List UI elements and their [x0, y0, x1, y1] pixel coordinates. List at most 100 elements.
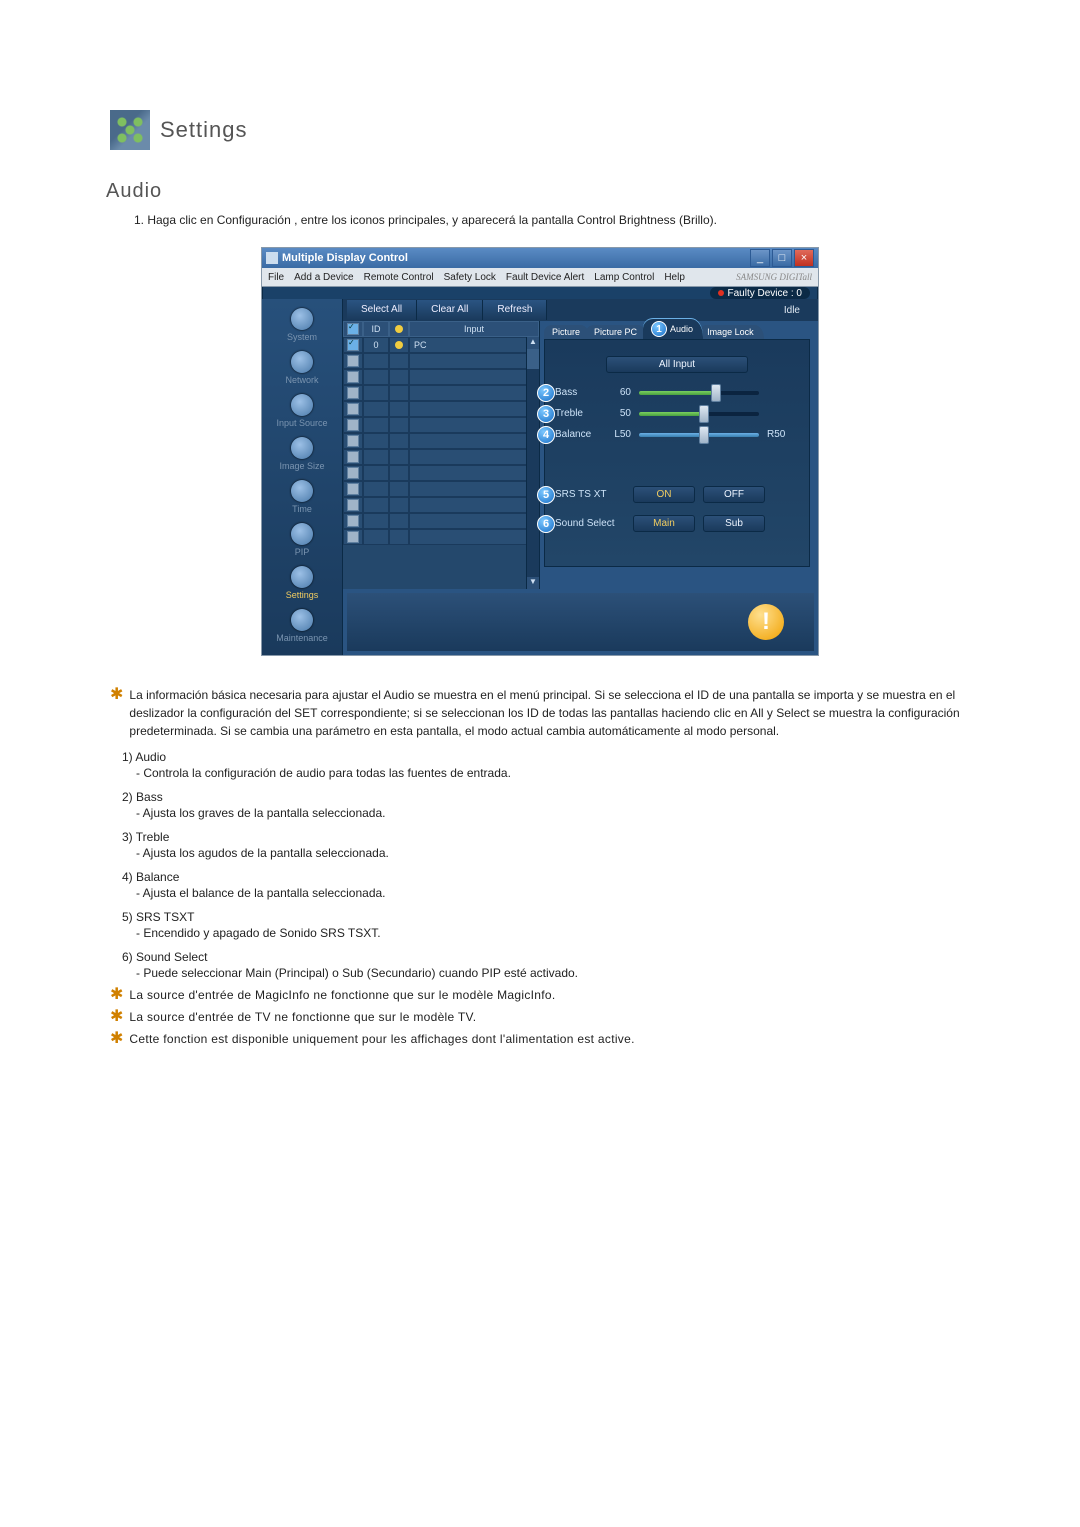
- menu-safety-lock[interactable]: Safety Lock: [444, 272, 496, 283]
- status-dot-icon: [395, 341, 403, 349]
- grid-row[interactable]: [343, 449, 539, 465]
- minimize-button[interactable]: _: [750, 249, 770, 267]
- scroll-up-icon[interactable]: ▲: [527, 337, 539, 349]
- check-icon: [347, 371, 359, 383]
- slider-thumb[interactable]: [699, 405, 709, 423]
- grid-row[interactable]: [343, 513, 539, 529]
- sidebar-item-image-size[interactable]: Image Size: [262, 434, 342, 477]
- grid-header-check[interactable]: [343, 321, 363, 337]
- right-panel: Picture Picture PC 1 Audio Image Lock Al…: [540, 321, 818, 589]
- grid-row[interactable]: [343, 481, 539, 497]
- item-num: 3): [122, 830, 133, 844]
- all-input-row: All Input: [555, 356, 799, 373]
- note-star-2: ✱ La source d'entrée de MagicInfo ne fon…: [110, 986, 1000, 1004]
- app-window: Multiple Display Control _ □ × File Add …: [261, 247, 819, 656]
- grid-row[interactable]: [343, 433, 539, 449]
- scroll-thumb[interactable]: [527, 349, 539, 369]
- grid-cell-input: PC: [409, 337, 539, 353]
- sidebar-label: PIP: [295, 547, 310, 557]
- grid-row[interactable]: [343, 417, 539, 433]
- star-icon: ✱: [110, 686, 123, 740]
- grid-row[interactable]: [343, 385, 539, 401]
- grid-row[interactable]: 0 PC: [343, 337, 539, 353]
- grid-scrollbar[interactable]: ▲ ▼: [526, 337, 539, 589]
- menu-add-device[interactable]: Add a Device: [294, 272, 353, 283]
- menu-remote-control[interactable]: Remote Control: [364, 272, 434, 283]
- grid-row[interactable]: [343, 369, 539, 385]
- slider-thumb[interactable]: [711, 384, 721, 402]
- balance-left-value: L50: [611, 429, 631, 440]
- callout-badge-6: 6: [537, 515, 555, 533]
- bass-slider[interactable]: [639, 388, 759, 398]
- tab-audio[interactable]: 1 Audio: [643, 319, 703, 339]
- grid-row[interactable]: [343, 497, 539, 513]
- audio-panel: All Input 2 Bass 60: [544, 339, 810, 567]
- note-star-4: ✱ Cette fonction est disponible uniqueme…: [110, 1030, 1000, 1048]
- sidebar: System Network Input Source Image Size T…: [262, 299, 343, 655]
- menu-file[interactable]: File: [268, 272, 284, 283]
- all-input-button[interactable]: All Input: [606, 356, 748, 373]
- sound-select-label: Sound Select: [555, 518, 625, 529]
- callout-badge-4: 4: [537, 426, 555, 444]
- sidebar-item-system[interactable]: System: [262, 305, 342, 348]
- sidebar-item-input-source[interactable]: Input Source: [262, 391, 342, 434]
- input-source-icon: [291, 394, 313, 416]
- sound-sub-button[interactable]: Sub: [703, 515, 765, 532]
- scroll-down-icon[interactable]: ▼: [527, 577, 539, 589]
- select-all-button[interactable]: Select All: [347, 300, 417, 320]
- treble-slider[interactable]: [639, 409, 759, 419]
- sidebar-item-time[interactable]: Time: [262, 477, 342, 520]
- tab-audio-label: Audio: [670, 324, 693, 334]
- item-desc: - Ajusta los graves de la pantalla selec…: [136, 806, 1000, 820]
- slider-thumb[interactable]: [699, 426, 709, 444]
- status-dot-icon: [395, 325, 403, 333]
- sound-main-button[interactable]: Main: [633, 515, 695, 532]
- tab-picture[interactable]: Picture: [544, 325, 590, 339]
- sidebar-item-pip[interactable]: PIP: [262, 520, 342, 563]
- tab-image-lock[interactable]: Image Lock: [699, 325, 764, 339]
- close-button[interactable]: ×: [794, 249, 814, 267]
- menu-lamp-control[interactable]: Lamp Control: [594, 272, 654, 283]
- check-icon: [347, 387, 359, 399]
- srs-off-button[interactable]: OFF: [703, 486, 765, 503]
- sidebar-item-maintenance[interactable]: Maintenance: [262, 606, 342, 649]
- check-icon: [347, 323, 359, 335]
- srs-on-button[interactable]: ON: [633, 486, 695, 503]
- balance-right-value: R50: [767, 429, 791, 440]
- balance-slider[interactable]: [639, 430, 759, 440]
- menu-fault-device-alert[interactable]: Fault Device Alert: [506, 272, 584, 283]
- bass-label: Bass: [555, 387, 603, 398]
- check-icon: [347, 531, 359, 543]
- maximize-button[interactable]: □: [772, 249, 792, 267]
- check-icon: [347, 419, 359, 431]
- refresh-button[interactable]: Refresh: [483, 300, 547, 320]
- sidebar-label: Maintenance: [276, 633, 328, 643]
- grid-row[interactable]: [343, 401, 539, 417]
- tab-picture-pc[interactable]: Picture PC: [586, 325, 647, 339]
- grid-row[interactable]: [343, 353, 539, 369]
- app-footer: !: [347, 593, 814, 651]
- item-desc: - Encendido y apagado de Sonido SRS TSXT…: [136, 926, 1000, 940]
- note-text: La source d'entrée de TV ne fonctionne q…: [129, 1008, 476, 1026]
- app-icon: [266, 252, 278, 264]
- note-text: La información básica necesaria para aju…: [129, 686, 1000, 740]
- grid-row[interactable]: [343, 465, 539, 481]
- faulty-device-badge: Faulty Device : 0: [710, 287, 810, 299]
- brand-label: SAMSUNG DIGITall: [736, 272, 812, 282]
- sidebar-item-network[interactable]: Network: [262, 348, 342, 391]
- tab-bar: Picture Picture PC 1 Audio Image Lock: [540, 321, 818, 339]
- section-heading: Settings: [110, 110, 1000, 150]
- grid-header-id: ID: [363, 321, 389, 337]
- grid-cell-check[interactable]: [343, 337, 363, 353]
- numbered-notes: 1) Audio - Controla la configuración de …: [122, 750, 1000, 980]
- menu-help[interactable]: Help: [664, 272, 685, 283]
- check-icon: [347, 515, 359, 527]
- sidebar-item-settings[interactable]: Settings: [262, 563, 342, 606]
- grid-row[interactable]: [343, 529, 539, 545]
- network-icon: [291, 351, 313, 373]
- item-num: 1): [122, 750, 133, 764]
- clear-all-button[interactable]: Clear All: [417, 300, 483, 320]
- settings-icon: [291, 566, 313, 588]
- star-icon: ✱: [110, 1030, 123, 1048]
- title-bar: Multiple Display Control _ □ ×: [262, 248, 818, 268]
